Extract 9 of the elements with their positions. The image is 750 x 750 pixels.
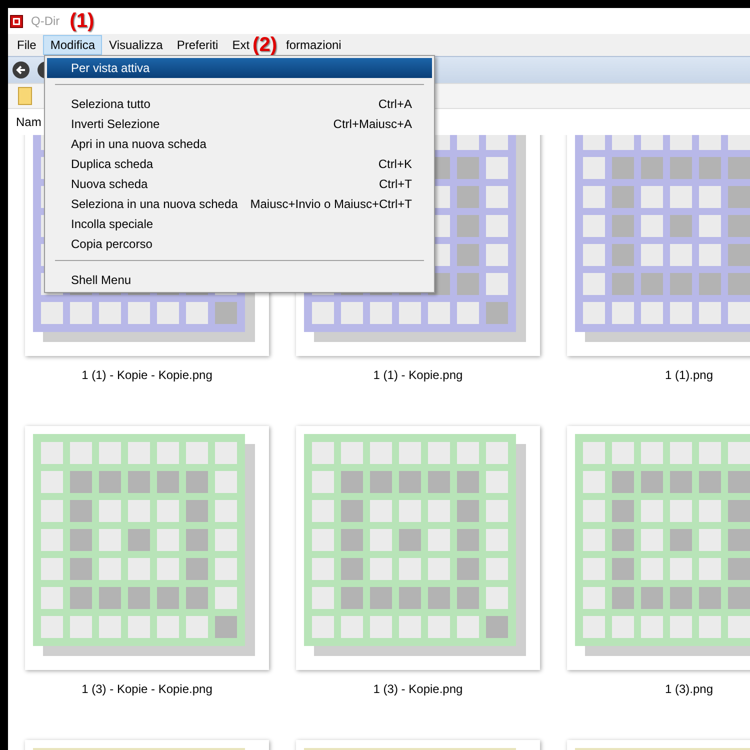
- annotation-marker: (2): [252, 34, 277, 56]
- file-name: 1 (3) - Kopie - Kopie.png: [82, 682, 212, 696]
- file-name: 1 (1) - Kopie.png: [373, 368, 463, 382]
- file-name: 1 (1) - Kopie - Kopie.png: [82, 368, 212, 382]
- file-name: 1 (3).png: [664, 682, 714, 696]
- window-title: Q-Dir: [31, 14, 60, 28]
- file-name: 1 (3) - Kopie.png: [373, 682, 463, 696]
- file-name: 1 (1).png: [664, 368, 714, 382]
- annotation-marker: (1): [70, 10, 94, 32]
